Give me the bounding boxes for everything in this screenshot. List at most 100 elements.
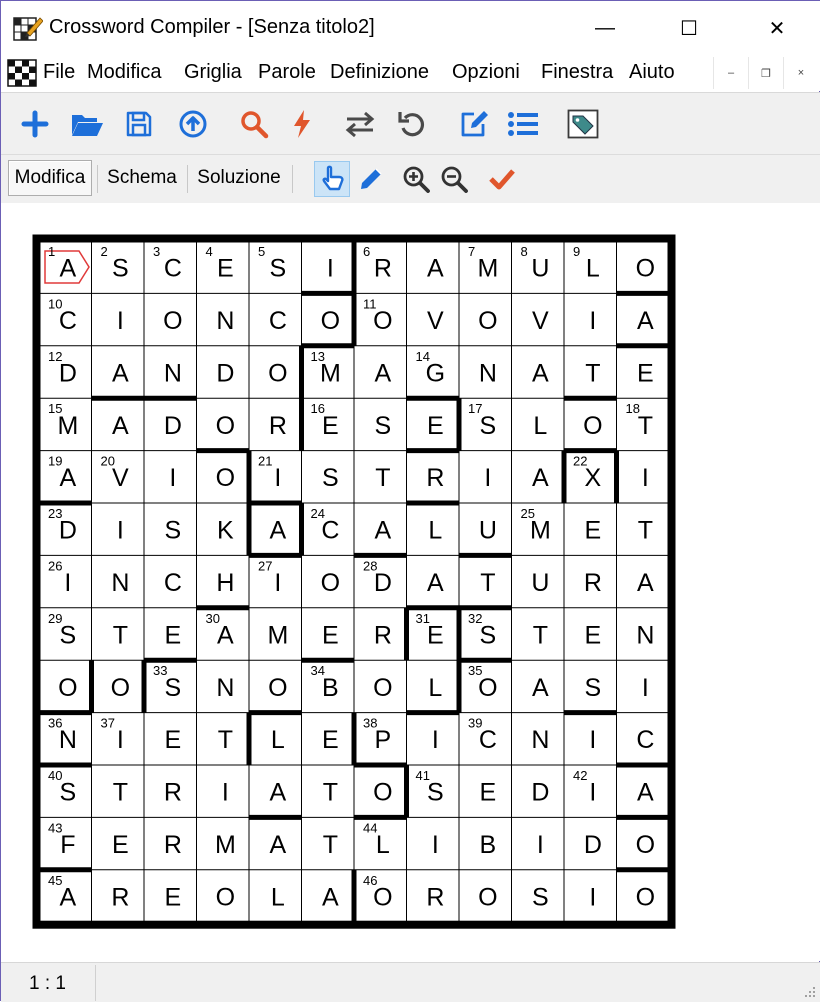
- menu-parole[interactable]: Parole: [258, 61, 316, 84]
- grid-cell[interactable]: A: [427, 255, 444, 283]
- menu-definizione[interactable]: Definizione: [330, 61, 429, 84]
- grid-cell[interactable]: S: [585, 674, 602, 702]
- grid-cell[interactable]: R: [426, 883, 444, 911]
- grid-cell[interactable]: O: [268, 359, 287, 387]
- crossword-grid[interactable]: A1S2C3E4S5I R6A M7U8L9OC10I O N C O O11V O V I AD12…: [31, 233, 677, 930]
- grid-cell[interactable]: U: [531, 569, 549, 597]
- grid-cell[interactable]: V: [532, 307, 549, 335]
- mdi-close-button[interactable]: ×: [783, 57, 818, 89]
- grid-cell[interactable]: V: [427, 307, 444, 335]
- grid-cell[interactable]: A: [637, 569, 654, 597]
- resize-grip-icon[interactable]: [804, 986, 816, 998]
- new-button[interactable]: [16, 105, 54, 143]
- grid-cell[interactable]: R: [426, 464, 444, 492]
- grid-cell[interactable]: C: [164, 569, 182, 597]
- grid-cell[interactable]: R: [164, 779, 182, 807]
- grid-cell[interactable]: L: [428, 517, 442, 545]
- grid-cell[interactable]: S: [322, 464, 339, 492]
- menu-modifica[interactable]: Modifica: [87, 61, 161, 84]
- save-button[interactable]: [120, 105, 158, 143]
- clue-list-button[interactable]: [504, 105, 542, 143]
- mdi-restore-button[interactable]: ❐: [748, 57, 783, 89]
- grid-cell[interactable]: R: [164, 831, 182, 859]
- maximize-button[interactable]: ☐: [661, 1, 717, 55]
- grid-cell[interactable]: B: [480, 831, 497, 859]
- grid-cell[interactable]: A: [112, 412, 129, 440]
- grid-cell[interactable]: N: [216, 674, 234, 702]
- grid-cell[interactable]: O: [373, 674, 392, 702]
- grid-cell[interactable]: T: [323, 779, 338, 807]
- grid-cell[interactable]: N: [164, 359, 182, 387]
- grid-cell[interactable]: I: [117, 517, 124, 545]
- grid-cell[interactable]: R: [374, 621, 392, 649]
- close-button[interactable]: ✕: [749, 1, 805, 55]
- grid-cell[interactable]: N: [531, 726, 549, 754]
- grid-cell[interactable]: R: [584, 569, 602, 597]
- grid-cell[interactable]: H: [216, 569, 234, 597]
- grid-cell[interactable]: T: [323, 831, 338, 859]
- tab-soluzione[interactable]: Soluzione: [191, 160, 287, 196]
- grid-cell[interactable]: S: [375, 412, 392, 440]
- grid-cell[interactable]: I: [589, 307, 596, 335]
- pencil-tool-button[interactable]: [353, 161, 389, 197]
- grid-cell[interactable]: A: [112, 359, 129, 387]
- grid-cell[interactable]: R: [111, 883, 129, 911]
- grid-cell[interactable]: I: [589, 726, 596, 754]
- grid-cell[interactable]: E: [112, 831, 129, 859]
- grid-cell[interactable]: R: [269, 412, 287, 440]
- grid-cell[interactable]: E: [585, 517, 602, 545]
- grid-cell[interactable]: O: [163, 307, 182, 335]
- grid-cell[interactable]: I: [642, 464, 649, 492]
- menu-file[interactable]: File: [43, 61, 75, 84]
- grid-cell[interactable]: O: [321, 307, 340, 335]
- open-button[interactable]: [68, 105, 106, 143]
- grid-cell[interactable]: U: [479, 517, 497, 545]
- grid-cell[interactable]: A: [270, 831, 287, 859]
- grid-cell[interactable]: M: [267, 621, 288, 649]
- grid-cell[interactable]: D: [164, 412, 182, 440]
- undo-button[interactable]: [393, 105, 431, 143]
- grid-cell[interactable]: O: [636, 883, 655, 911]
- grid-cell[interactable]: N: [479, 359, 497, 387]
- grid-cell[interactable]: A: [427, 569, 444, 597]
- grid-cell[interactable]: I: [432, 726, 439, 754]
- grid-cell[interactable]: A: [270, 779, 287, 807]
- tab-modifica[interactable]: Modifica: [8, 160, 92, 196]
- grid-cell[interactable]: O: [58, 674, 77, 702]
- grid-cell[interactable]: D: [584, 831, 602, 859]
- grid-cell[interactable]: I: [484, 464, 491, 492]
- grid-cell[interactable]: E: [322, 621, 339, 649]
- grid-cell[interactable]: N: [636, 621, 654, 649]
- grid-cell[interactable]: A: [532, 464, 549, 492]
- grid-cell[interactable]: O: [478, 307, 497, 335]
- grid-cell[interactable]: L: [533, 412, 547, 440]
- grid-cell[interactable]: T: [480, 569, 495, 597]
- grid-cell[interactable]: T: [113, 621, 128, 649]
- edit-clue-button[interactable]: [455, 105, 493, 143]
- grid-cell[interactable]: A: [270, 517, 287, 545]
- menu-finestra[interactable]: Finestra: [541, 61, 613, 84]
- grid-cell[interactable]: D: [531, 779, 549, 807]
- grid-cell[interactable]: I: [537, 831, 544, 859]
- grid-cell[interactable]: O: [111, 674, 130, 702]
- grid-cell[interactable]: A: [532, 674, 549, 702]
- grid-cell[interactable]: M: [215, 831, 236, 859]
- grid-cell[interactable]: E: [480, 779, 497, 807]
- mdi-minimize-button[interactable]: –: [713, 57, 748, 89]
- swap-button[interactable]: [341, 105, 379, 143]
- grid-cell[interactable]: N: [216, 307, 234, 335]
- grid-cell[interactable]: O: [216, 464, 235, 492]
- grid-cell[interactable]: E: [637, 359, 654, 387]
- grid-cell[interactable]: L: [271, 726, 285, 754]
- grid-cell[interactable]: A: [637, 779, 654, 807]
- grid-cell[interactable]: I: [117, 307, 124, 335]
- document-grid-icon[interactable]: [7, 59, 37, 87]
- zoom-out-button[interactable]: [436, 161, 472, 197]
- grid-cell[interactable]: K: [217, 517, 234, 545]
- tag-button[interactable]: [564, 105, 602, 143]
- menu-opzioni[interactable]: Opzioni: [452, 61, 520, 84]
- grid-cell[interactable]: S: [165, 517, 182, 545]
- grid-cell[interactable]: T: [533, 621, 548, 649]
- zoom-in-button[interactable]: [398, 161, 434, 197]
- minimize-button[interactable]: —: [577, 1, 633, 55]
